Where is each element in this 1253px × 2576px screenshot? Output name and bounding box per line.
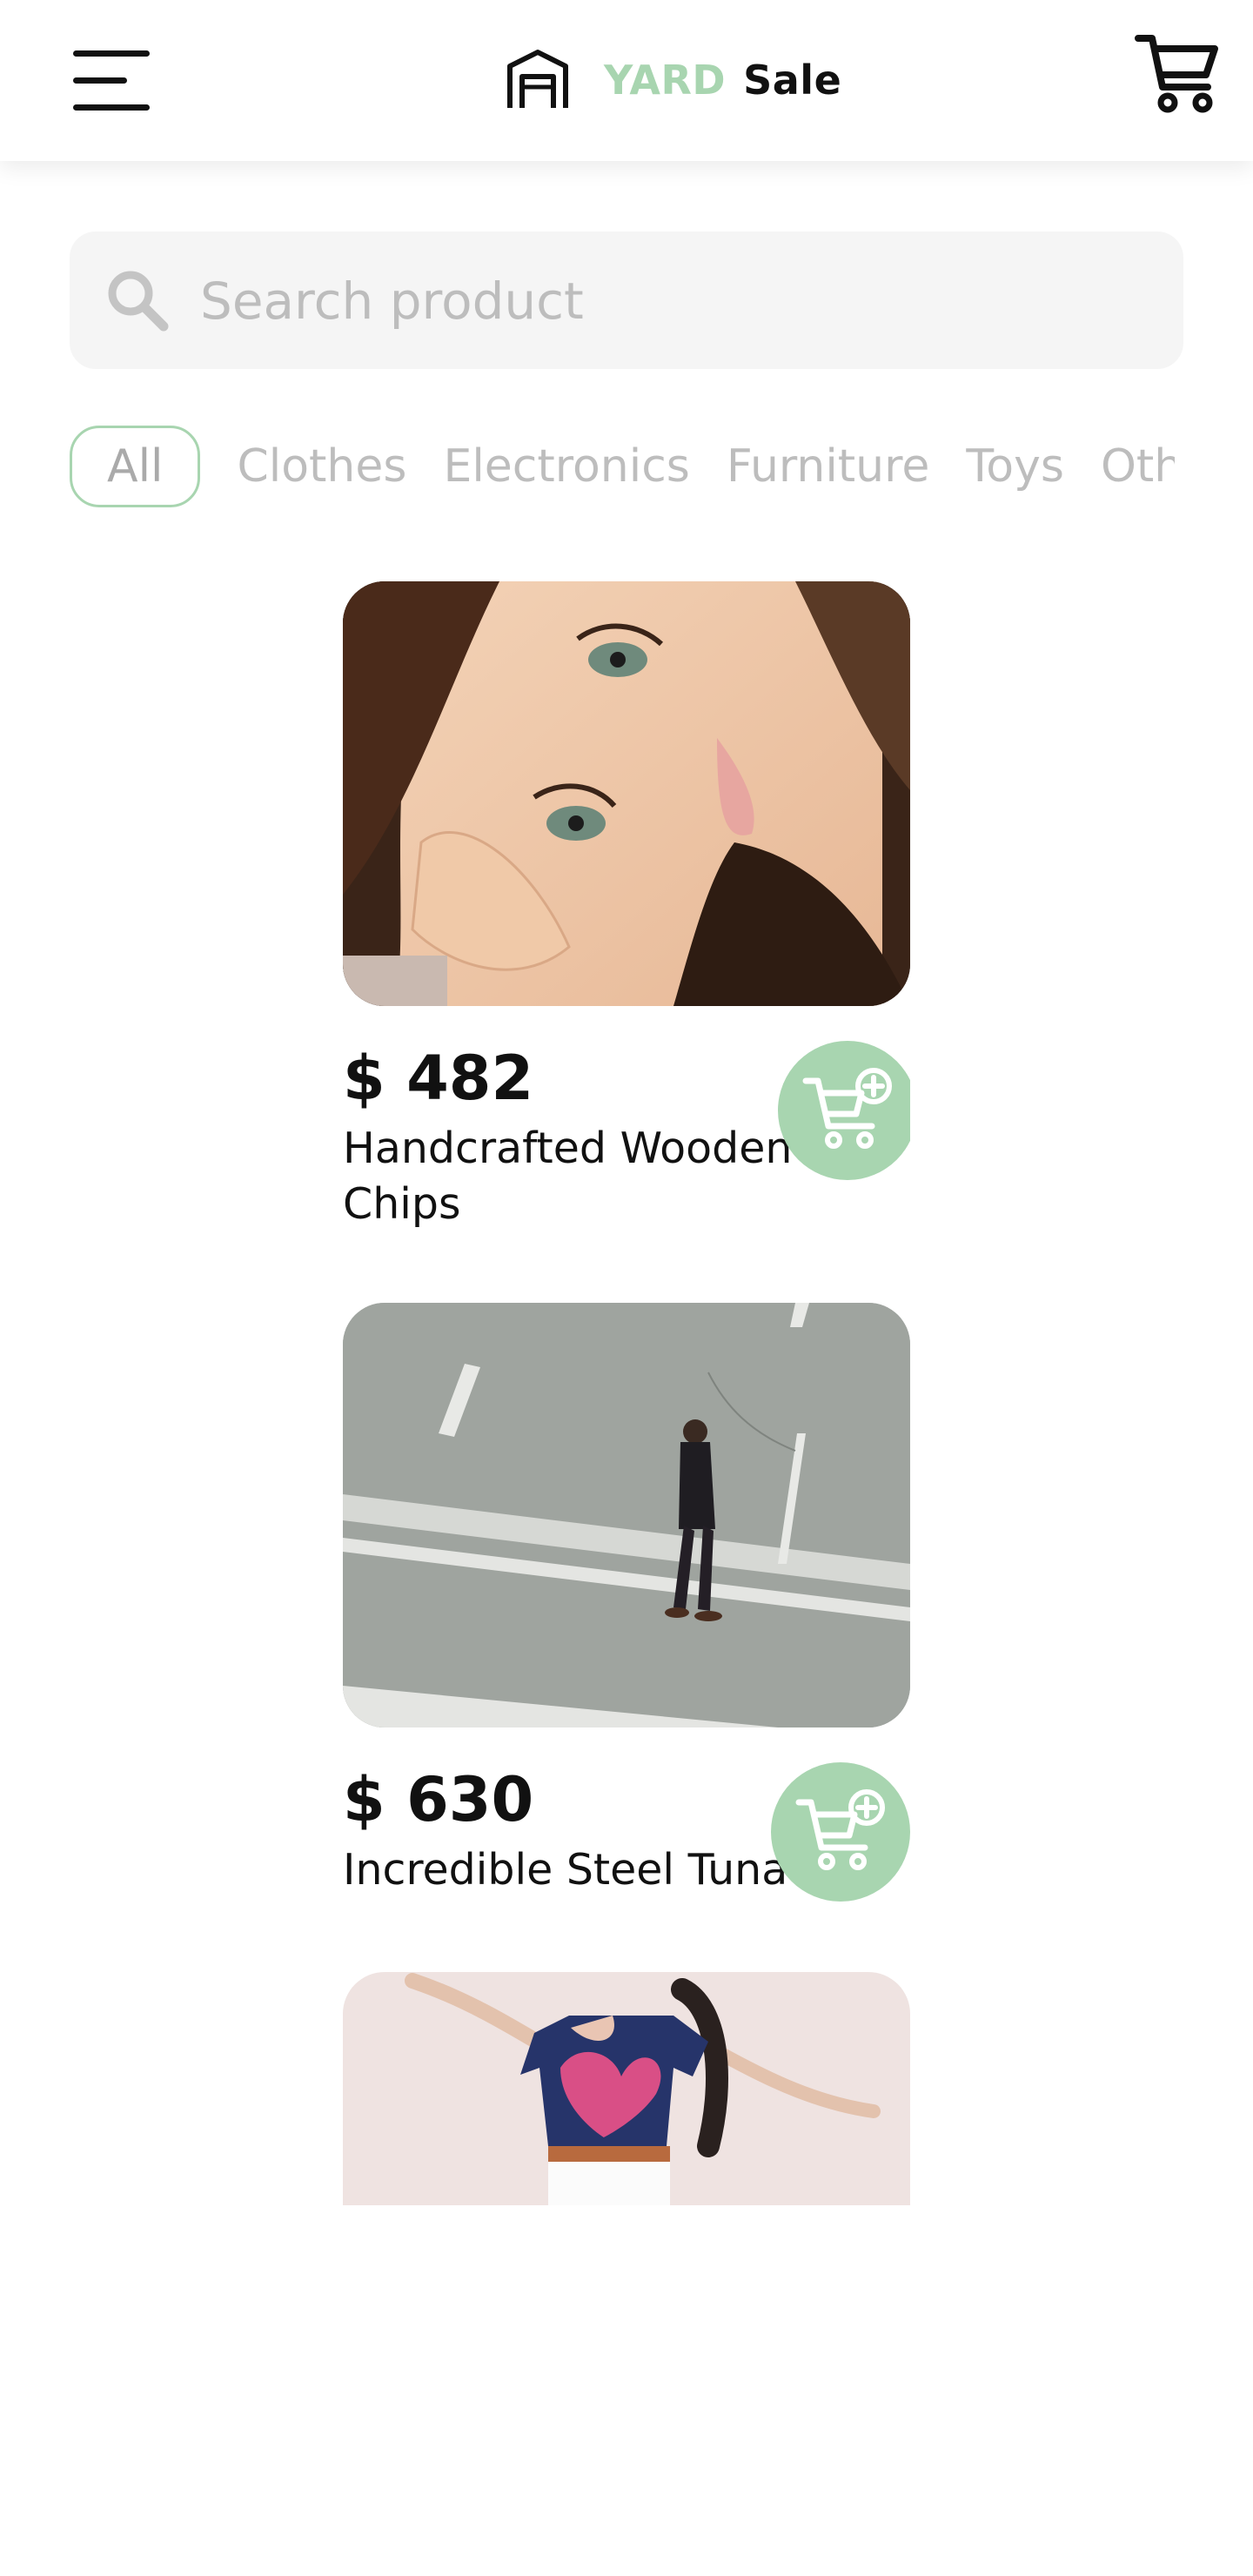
product-image[interactable] xyxy=(343,1972,910,2205)
brand-sale-text: Sale xyxy=(743,57,842,104)
add-to-cart-button-clip xyxy=(778,1041,910,1180)
add-to-cart-icon xyxy=(795,1789,885,1870)
category-tab-toys[interactable]: Toys xyxy=(966,440,1064,493)
category-tab-all[interactable]: All xyxy=(70,426,201,507)
search-input[interactable] xyxy=(198,231,1159,371)
search-icon xyxy=(104,267,171,333)
category-tab-clothes[interactable]: Clothes xyxy=(237,440,406,493)
product-card[interactable] xyxy=(343,1972,910,2205)
add-to-cart-button[interactable] xyxy=(778,1041,910,1180)
brand-logo: YARD Sale xyxy=(505,45,841,115)
category-filter-bar: All Clothes Electronics Furniture Toys O… xyxy=(70,421,1175,512)
shopping-cart-icon[interactable] xyxy=(1135,30,1222,117)
product-price: $ 482 xyxy=(343,1043,534,1114)
add-to-cart-icon xyxy=(802,1068,892,1149)
product-name: Incredible Steel Tuna xyxy=(343,1845,788,1895)
product-image[interactable] xyxy=(343,581,910,1006)
search-bar xyxy=(70,231,1183,371)
product-card[interactable]: $ 482 Handcrafted Wooden Chips xyxy=(343,581,910,1243)
brand-name: YARD Sale xyxy=(604,57,841,104)
add-to-cart-button[interactable] xyxy=(771,1762,910,1902)
category-tab-furniture[interactable]: Furniture xyxy=(727,440,929,493)
product-image[interactable] xyxy=(343,1303,910,1727)
category-tab-electronics[interactable]: Electronics xyxy=(443,440,689,493)
category-tab-others[interactable]: Others xyxy=(1101,440,1175,493)
product-name: Handcrafted Wooden Chips xyxy=(343,1124,793,1229)
brand-yard-text: YARD xyxy=(604,57,727,104)
app-header: YARD Sale xyxy=(0,0,1253,161)
garage-icon xyxy=(505,47,571,113)
hamburger-menu-icon[interactable] xyxy=(73,49,151,111)
product-card[interactable]: $ 630 Incredible Steel Tuna xyxy=(343,1303,910,1912)
product-price: $ 630 xyxy=(343,1764,534,1835)
